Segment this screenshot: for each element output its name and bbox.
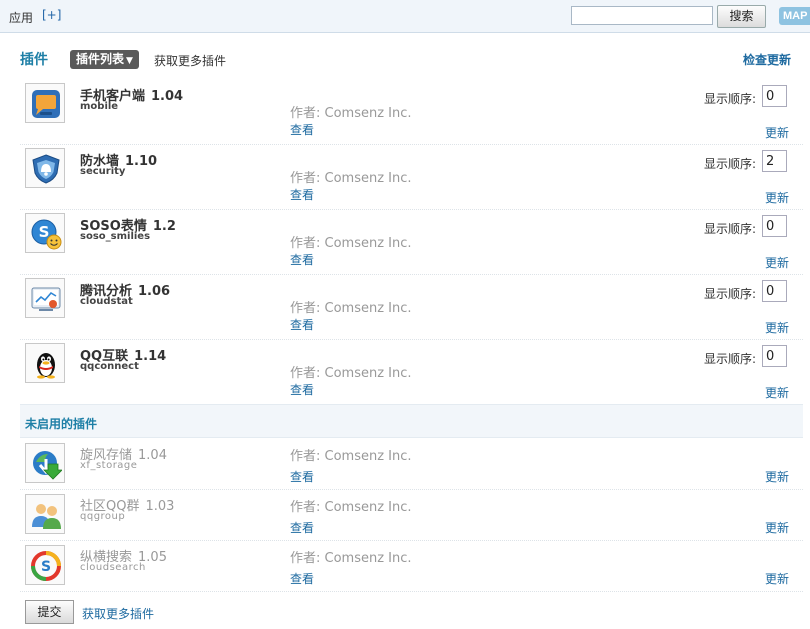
get-more-plugins-link[interactable]: 获取更多插件 — [82, 605, 154, 622]
view-link[interactable]: 查看 — [290, 570, 314, 587]
mobile-icon — [25, 83, 65, 123]
map-button[interactable]: MAP — [779, 7, 810, 25]
view-link[interactable]: 查看 — [290, 519, 314, 536]
display-order-input[interactable] — [762, 280, 787, 302]
plugin-identifier: qqgroup — [80, 511, 126, 522]
display-order-input[interactable] — [762, 85, 787, 107]
security-shield-icon — [25, 148, 65, 188]
qq-group-icon — [25, 494, 65, 534]
plugin-row: 防水墙 1.10 security 作者: Comsenz Inc. 查看 显示顺… — [20, 145, 803, 210]
plugin-row: QQ互联 1.14 qqconnect 作者: Comsenz Inc. 查看 显… — [20, 340, 803, 405]
plugin-row: 社区QQ群 1.03 qqgroup 作者: Comsenz Inc. 查看 更新 — [20, 490, 803, 541]
display-order-input[interactable] — [762, 150, 787, 172]
app-menu-label[interactable]: 应用 — [9, 9, 33, 26]
page-title: 插件 — [20, 52, 48, 68]
plugin-identifier: soso_smilies — [80, 231, 151, 242]
plugin-identifier: mobile — [80, 101, 119, 112]
qq-penguin-icon — [25, 343, 65, 383]
section-title: 未启用的插件 — [25, 417, 98, 431]
display-order-input[interactable] — [762, 215, 787, 237]
plugin-row: 腾讯分析 1.06 cloudstat 作者: Comsenz Inc. 查看 显… — [20, 275, 803, 340]
top-bar: 应用 [+] 搜索 MAP — [0, 0, 810, 33]
plugin-version: 1.03 — [145, 499, 175, 514]
storage-download-icon — [25, 443, 65, 483]
plugin-author: 作者: Comsenz Inc. — [290, 301, 412, 316]
view-link[interactable]: 查看 — [290, 186, 314, 203]
submit-button[interactable]: 提交 — [25, 600, 74, 624]
update-link[interactable]: 更新 — [765, 468, 789, 485]
plugin-author: 作者: Comsenz Inc. — [290, 551, 412, 566]
update-link[interactable]: 更新 — [765, 124, 789, 141]
plugin-author: 作者: Comsenz Inc. — [290, 366, 412, 381]
plugin-version: 1.06 — [138, 284, 171, 299]
plugin-row: 旋风存储 1.04 xf_storage 作者: Comsenz Inc. 查看 … — [20, 439, 803, 490]
tab-get-more-plugins[interactable]: 获取更多插件 — [154, 52, 226, 69]
plugin-author: 作者: Comsenz Inc. — [290, 171, 412, 186]
update-link[interactable]: 更新 — [765, 319, 789, 336]
display-order-label: 显示顺序: — [704, 352, 757, 366]
display-order-label: 显示顺序: — [704, 287, 757, 301]
plugin-author: 作者: Comsenz Inc. — [290, 236, 412, 251]
plugin-version: 1.2 — [152, 219, 176, 234]
update-link[interactable]: 更新 — [765, 570, 789, 587]
check-update-link[interactable]: 检查更新 — [743, 51, 791, 68]
plugin-identifier: qqconnect — [80, 361, 139, 372]
search-input[interactable] — [571, 6, 713, 25]
svg-text:S: S — [41, 559, 51, 575]
plugin-identifier: cloudsearch — [80, 562, 146, 573]
view-link[interactable]: 查看 — [290, 251, 314, 268]
plugin-identifier: xf_storage — [80, 460, 138, 471]
plugin-version: 1.04 — [151, 89, 184, 104]
search-button[interactable]: 搜索 — [717, 5, 766, 28]
view-link[interactable]: 查看 — [290, 316, 314, 333]
view-link[interactable]: 查看 — [290, 121, 314, 138]
display-order-input[interactable] — [762, 345, 787, 367]
plugin-row: S SOSO表情 1.2 soso_smilies 作者: Comsenz Inc… — [20, 210, 803, 275]
plugin-author: 作者: Comsenz Inc. — [290, 449, 412, 464]
cloudsearch-icon: S — [25, 545, 65, 585]
plugin-identifier: cloudstat — [80, 296, 133, 307]
cloudstat-icon — [25, 278, 65, 318]
view-link[interactable]: 查看 — [290, 381, 314, 398]
plugin-version: 1.10 — [125, 154, 158, 169]
plugin-row: S 纵横搜索 1.05 cloudsearch 作者: Comsenz Inc. … — [20, 541, 803, 592]
plugin-author: 作者: Comsenz Inc. — [290, 106, 412, 121]
update-link[interactable]: 更新 — [765, 189, 789, 206]
display-order-label: 显示顺序: — [704, 92, 757, 106]
plugin-row: 手机客户端 1.04 mobile 作者: Comsenz Inc. 查看 显示顺… — [20, 80, 803, 145]
caret-down-icon: ▼ — [126, 56, 133, 66]
update-link[interactable]: 更新 — [765, 254, 789, 271]
view-link[interactable]: 查看 — [290, 468, 314, 485]
plugin-author: 作者: Comsenz Inc. — [290, 500, 412, 515]
disabled-plugins-section-header: 未启用的插件 — [20, 404, 803, 438]
plugin-identifier: security — [80, 166, 126, 177]
soso-smilies-icon: S — [25, 213, 65, 253]
update-link[interactable]: 更新 — [765, 519, 789, 536]
tab-plugin-list-label: 插件列表 — [76, 52, 125, 66]
display-order-label: 显示顺序: — [704, 222, 757, 236]
add-app-link[interactable]: [+] — [42, 8, 61, 22]
display-order-label: 显示顺序: — [704, 157, 757, 171]
tab-plugin-list[interactable]: 插件列表 ▼ — [70, 50, 139, 69]
plugin-version: 1.04 — [138, 448, 167, 463]
update-link[interactable]: 更新 — [765, 384, 789, 401]
